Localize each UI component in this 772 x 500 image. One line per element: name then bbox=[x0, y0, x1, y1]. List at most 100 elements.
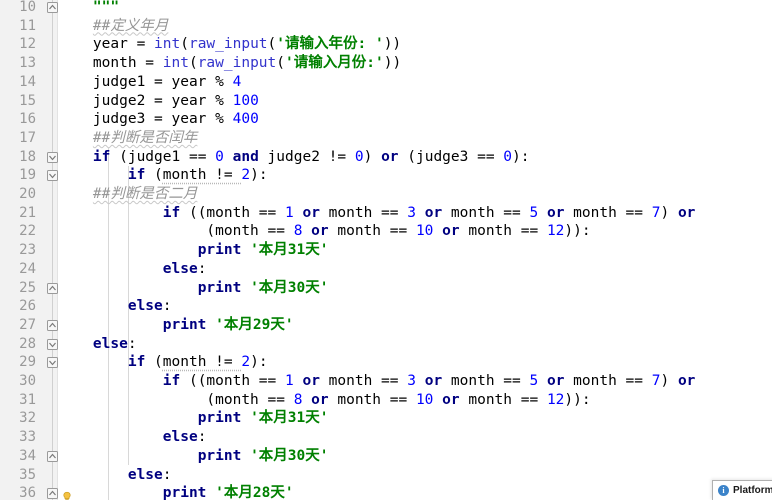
code-line[interactable]: print '本月31天' bbox=[58, 241, 329, 260]
fold-expand-icon[interactable] bbox=[47, 488, 58, 500]
code-line[interactable]: year = int(raw_input('请输入年份: ')) bbox=[58, 35, 401, 54]
code-line[interactable]: ##判断是否二月 bbox=[58, 185, 197, 204]
indent-guide bbox=[52, 0, 53, 500]
code-token: ( bbox=[188, 55, 198, 72]
code-token: month == bbox=[442, 373, 530, 389]
code-line[interactable]: if (month != 2): bbox=[58, 166, 268, 185]
code-token: : bbox=[197, 429, 207, 446]
code-line[interactable]: else: bbox=[58, 428, 207, 447]
code-token: '本月31天' bbox=[250, 242, 329, 259]
code-line[interactable]: if ((month == 1 or month == 3 or month =… bbox=[58, 372, 696, 391]
code-line[interactable]: print '本月29天' bbox=[58, 316, 294, 335]
editor-gutter[interactable]: 10 11 12 13 14 15 16 17 18 19 20 21 22 23 24 25 26 27 28 29… bbox=[0, 0, 58, 500]
code-token: ): bbox=[250, 167, 268, 184]
fold-collapse-icon[interactable] bbox=[47, 151, 58, 171]
line-number: 35 bbox=[19, 466, 36, 483]
line-number: 33 bbox=[19, 429, 36, 446]
code-line[interactable]: (month == 8 or month == 10 or month == 1… bbox=[58, 391, 590, 410]
code-token: raw_input bbox=[197, 55, 277, 72]
code-token: ( bbox=[180, 36, 189, 53]
code-token: '本月29天' bbox=[215, 316, 294, 333]
code-token: month == bbox=[319, 373, 408, 389]
code-line[interactable]: ##判断是否闰年 bbox=[58, 129, 197, 148]
code-line[interactable]: month = int(raw_input('请输入月份:')) bbox=[58, 54, 401, 73]
line-number: 30 bbox=[19, 373, 36, 389]
code-token: ##判断是否闰年 bbox=[92, 129, 198, 146]
code-line[interactable]: judge2 = year % 100 bbox=[58, 92, 259, 111]
fold-expand-icon[interactable] bbox=[47, 282, 58, 302]
code-token: print bbox=[197, 242, 242, 259]
fold-expand-icon[interactable] bbox=[47, 2, 58, 21]
code-editor[interactable]: 10 11 12 13 14 15 16 17 18 19 20 21 22 23 24 25 26 27 28 29… bbox=[0, 0, 772, 500]
code-token: month == bbox=[328, 391, 416, 408]
code-token: else bbox=[127, 298, 163, 315]
line-number: 22 bbox=[19, 223, 36, 240]
code-line[interactable]: ##定义年月 bbox=[58, 17, 168, 36]
fold-expand-icon[interactable] bbox=[47, 450, 58, 470]
line-number: 12 bbox=[19, 36, 36, 53]
code-token: ( bbox=[276, 55, 286, 72]
code-token: or bbox=[546, 373, 565, 389]
code-line[interactable]: print '本月31天' bbox=[58, 409, 329, 428]
code-token: or bbox=[424, 373, 443, 389]
code-token: print bbox=[162, 485, 207, 500]
code-token: month == bbox=[564, 204, 652, 221]
line-number: 26 bbox=[19, 298, 36, 315]
line-number: 20 bbox=[19, 186, 36, 202]
code-line[interactable]: else: bbox=[58, 335, 137, 354]
code-line[interactable]: print '本月30天' bbox=[58, 447, 329, 466]
code-token: 5 bbox=[529, 373, 539, 389]
code-line[interactable]: print '本月30天' bbox=[58, 279, 329, 298]
line-number: 23 bbox=[19, 242, 36, 259]
code-token: judge2 = year % bbox=[92, 92, 233, 109]
code-line[interactable]: judge1 = year % 4 bbox=[58, 73, 241, 92]
code-token: print bbox=[197, 410, 242, 427]
code-token: month = bbox=[92, 55, 163, 72]
code-token: '请输入月份:' bbox=[285, 55, 384, 72]
code-token: month == bbox=[459, 223, 547, 240]
code-token: 100 bbox=[232, 92, 259, 109]
code-token: '本月31天' bbox=[250, 410, 329, 427]
code-content-area[interactable]: """ ##定义年月 year = int(raw_input('请输入年份: … bbox=[58, 0, 772, 500]
code-line[interactable]: if (month != 2): bbox=[58, 353, 268, 372]
code-token: if bbox=[162, 373, 181, 389]
code-line[interactable]: if ((month == 1 or month == 3 or month =… bbox=[58, 204, 696, 223]
code-line[interactable]: """ bbox=[58, 0, 119, 17]
fold-expand-icon[interactable] bbox=[47, 319, 58, 339]
code-token: '本月30天' bbox=[250, 447, 329, 464]
code-line[interactable]: else: bbox=[58, 297, 172, 316]
code-token: ): bbox=[512, 148, 530, 165]
code-line[interactable]: else: bbox=[58, 260, 207, 279]
code-token: month == bbox=[459, 391, 547, 408]
fold-collapse-icon[interactable] bbox=[47, 170, 58, 189]
line-number: 29 bbox=[19, 354, 36, 371]
code-line[interactable]: judge3 = year % 400 bbox=[58, 110, 259, 129]
fold-collapse-icon[interactable] bbox=[47, 338, 58, 358]
code-token: 3 bbox=[407, 373, 416, 389]
line-number: 14 bbox=[19, 73, 36, 90]
code-token: 0 bbox=[503, 148, 513, 165]
notification-popup[interactable]: i Platform a bbox=[712, 480, 772, 500]
line-number: 11 bbox=[19, 17, 36, 34]
code-token: or bbox=[381, 148, 399, 165]
code-line[interactable]: print '本月28天' bbox=[58, 484, 294, 500]
code-line[interactable]: if (judge1 == 0 and judge2 != 0) or (jud… bbox=[58, 148, 530, 167]
line-number: 18 bbox=[19, 148, 36, 165]
line-number: 32 bbox=[19, 410, 36, 427]
code-line[interactable]: else: bbox=[58, 466, 172, 485]
line-number: 15 bbox=[19, 92, 36, 109]
code-token: if bbox=[127, 354, 146, 371]
code-line[interactable]: (month == 8 or month == 10 or month == 1… bbox=[58, 222, 590, 241]
fold-collapse-icon[interactable] bbox=[47, 357, 58, 376]
line-number: 24 bbox=[19, 260, 36, 277]
code-token: and bbox=[232, 148, 259, 165]
